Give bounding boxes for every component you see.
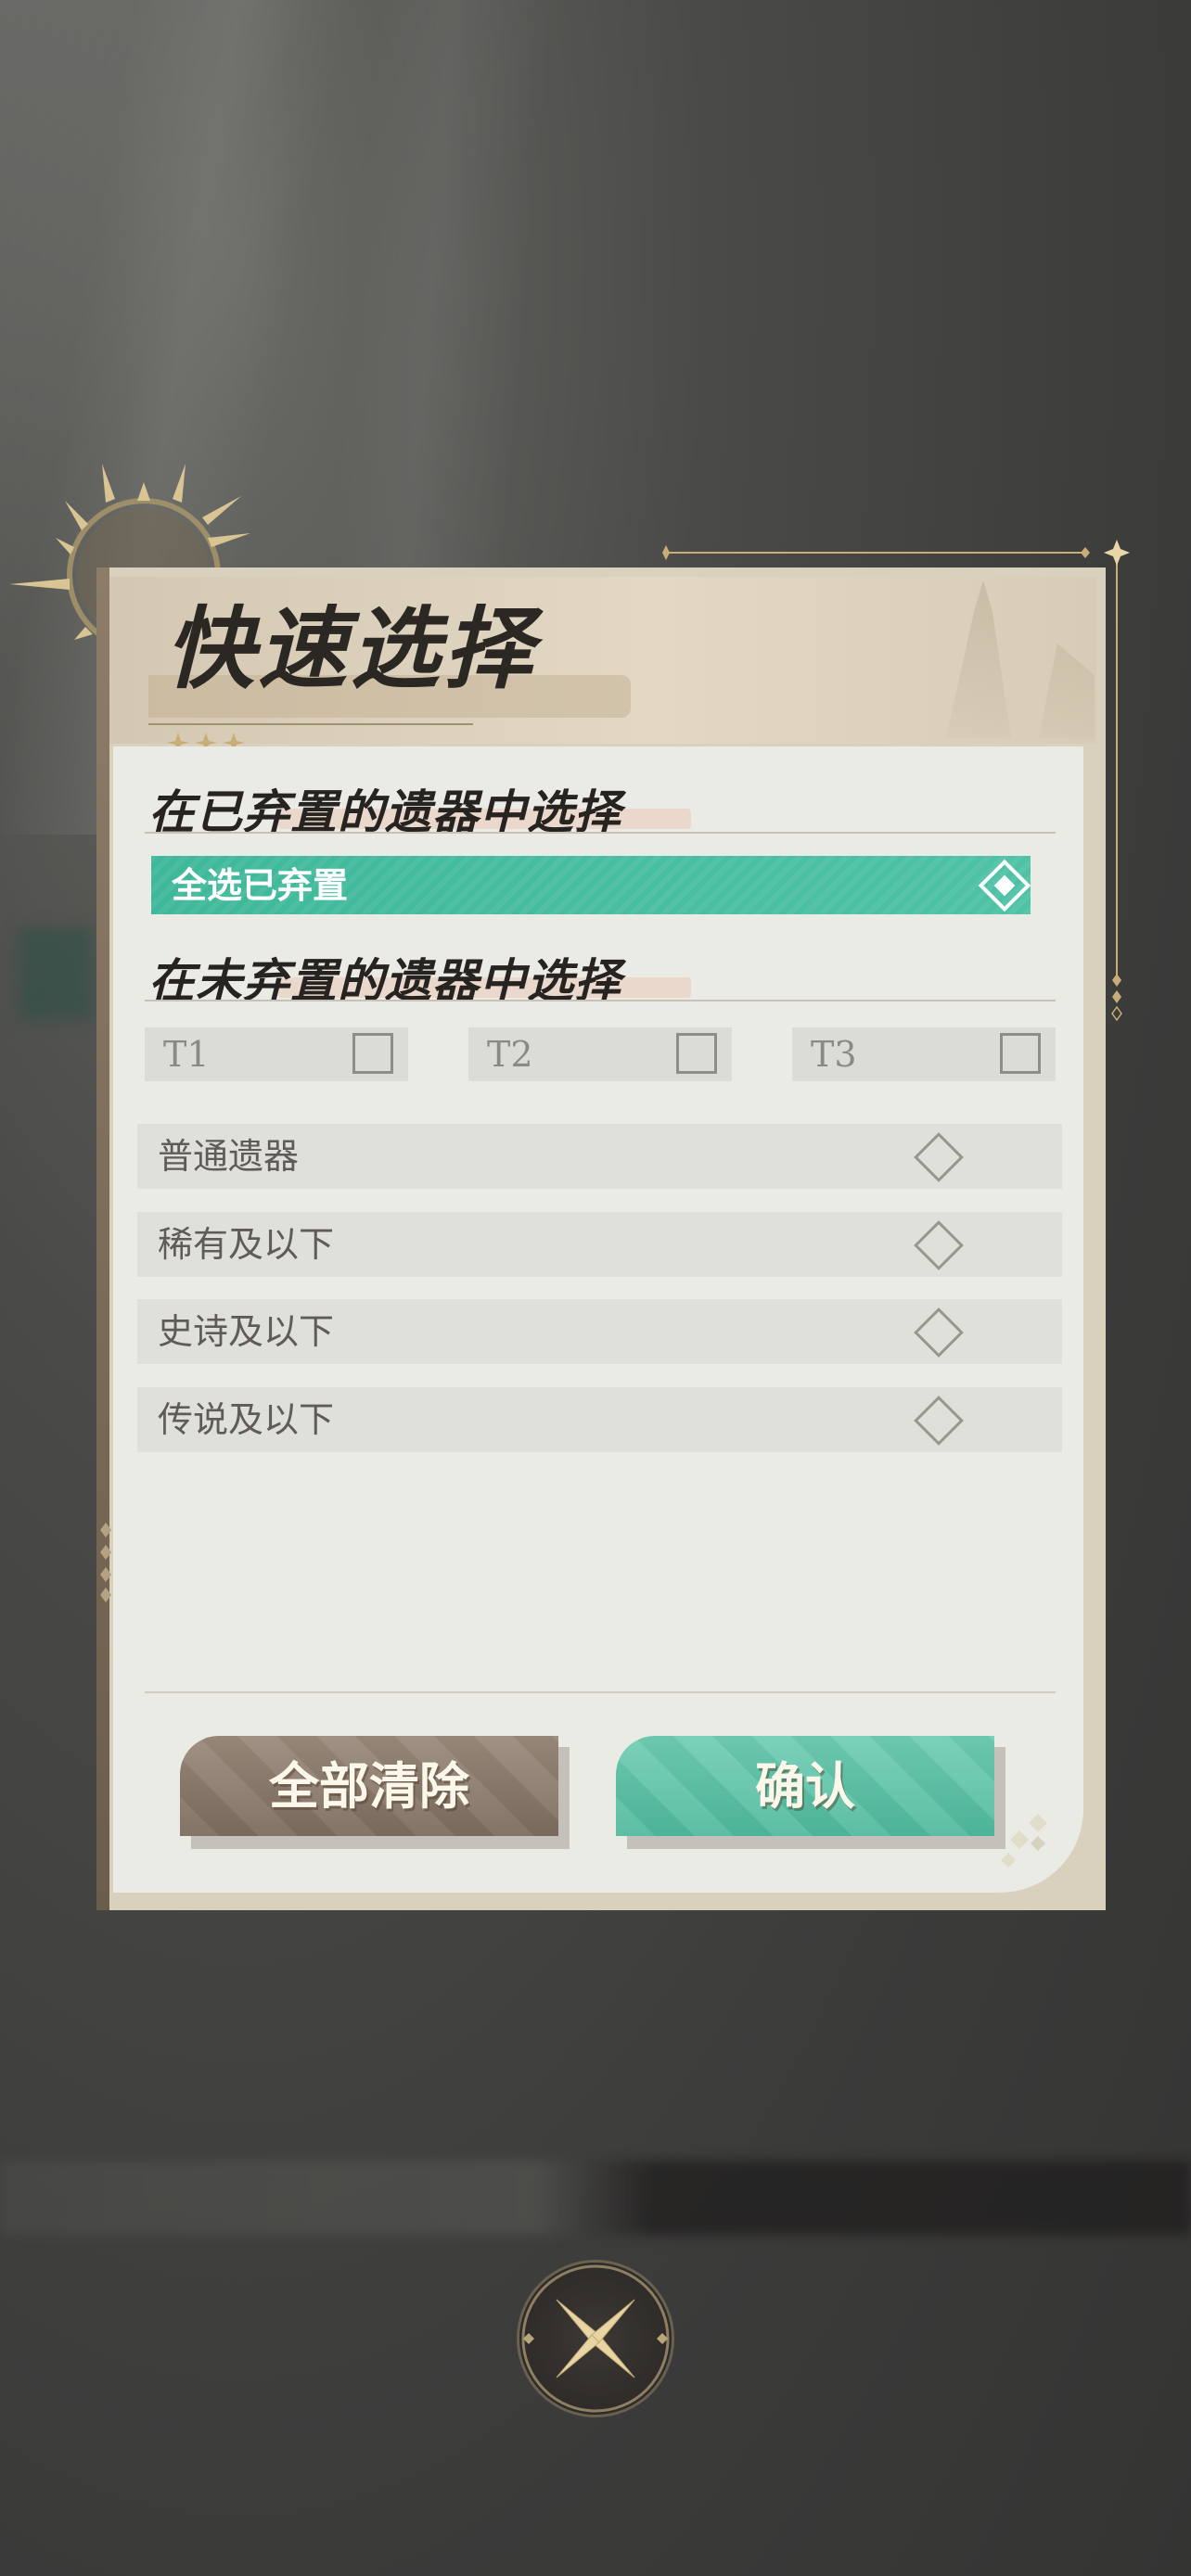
tier-t3-toggle[interactable]: T3 xyxy=(792,1027,1056,1081)
select-all-discarded-label: 全选已弃置 xyxy=(172,864,349,906)
section-divider xyxy=(145,1000,1056,1001)
tier-t3-checkbox[interactable] xyxy=(1000,1033,1041,1074)
confirm-button[interactable]: 确认 xyxy=(616,1736,994,1836)
tier-label: T2 xyxy=(487,1034,533,1075)
clear-all-label: 全部清除 xyxy=(269,1756,469,1816)
corner-diamond-decoration xyxy=(1001,1814,1047,1868)
diamond-outline-icon xyxy=(914,1396,964,1446)
diamond-outline-icon xyxy=(914,1220,964,1270)
rarity-filter-label: 稀有及以下 xyxy=(158,1224,335,1265)
dialog-title: 快速选择 xyxy=(165,596,536,701)
diamond-outline-icon xyxy=(914,1132,964,1182)
tier-label: T3 xyxy=(811,1034,857,1075)
clear-all-button[interactable]: 全部清除 xyxy=(180,1736,558,1836)
tier-t1-toggle[interactable]: T1 xyxy=(145,1027,408,1081)
rarity-filter-rare-and-below[interactable]: 稀有及以下 xyxy=(137,1212,1062,1277)
tier-label: T1 xyxy=(163,1034,210,1075)
panel-left-border xyxy=(96,567,109,1910)
rarity-filter-legendary-and-below[interactable]: 传说及以下 xyxy=(137,1387,1062,1452)
rarity-filter-label: 史诗及以下 xyxy=(158,1311,335,1352)
tier-t2-checkbox[interactable] xyxy=(676,1033,717,1074)
close-x-icon xyxy=(521,2264,670,2413)
section-divider xyxy=(145,832,1056,834)
background-blur-element xyxy=(19,927,93,1020)
tier-t1-checkbox[interactable] xyxy=(352,1033,393,1074)
rarity-filter-common[interactable]: 普通遗器 xyxy=(137,1124,1062,1189)
rarity-filter-label: 传说及以下 xyxy=(158,1399,335,1440)
background-blurred-bar xyxy=(0,2161,1191,2235)
header-divider xyxy=(148,723,473,725)
close-button[interactable] xyxy=(519,2263,672,2415)
footer-divider xyxy=(145,1691,1056,1693)
diamond-outline-icon xyxy=(914,1307,964,1358)
rarity-filter-epic-and-below[interactable]: 史诗及以下 xyxy=(137,1299,1062,1364)
diamond-dots-decoration xyxy=(100,1523,111,1602)
tier-t2-toggle[interactable]: T2 xyxy=(468,1027,732,1081)
rarity-filter-label: 普通遗器 xyxy=(158,1136,300,1177)
confirm-label: 确认 xyxy=(755,1756,855,1816)
